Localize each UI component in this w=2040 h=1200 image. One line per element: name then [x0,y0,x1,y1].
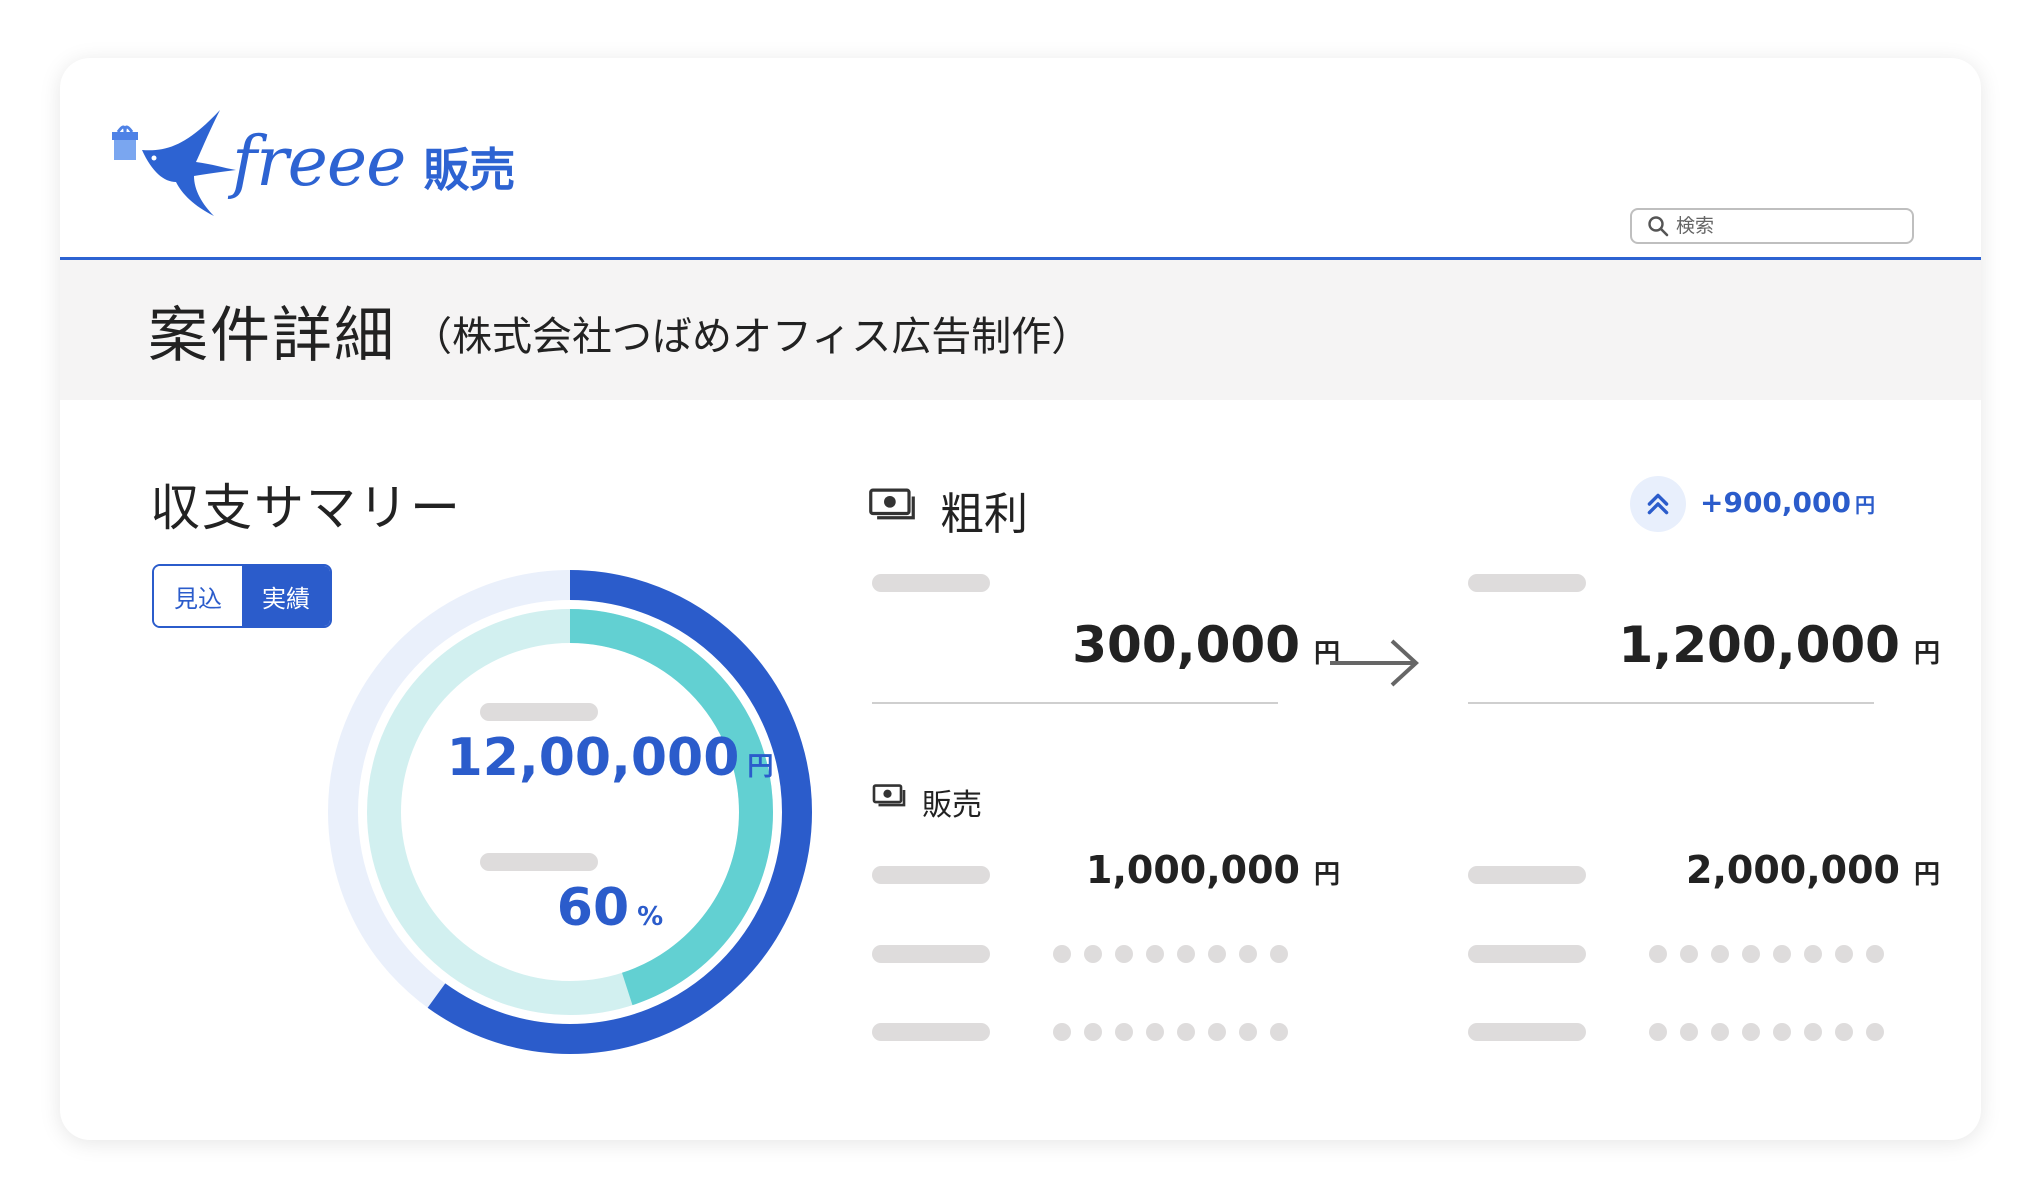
gross-profit-diff-value: +900,000 [1700,486,1851,519]
page-title: 案件詳細 [148,300,396,371]
divider-line [1468,702,1874,704]
gross-profit-diff-unit: 円 [1855,493,1875,517]
masked-value-dots [1649,1023,1884,1041]
logo-product-name: 販売 [423,143,516,197]
placeholder-bar [872,945,990,963]
placeholder-bar [1468,574,1586,592]
masked-value-dots [1053,945,1288,963]
placeholder-bar [872,574,990,592]
summary-total-value: 12,00,000 [446,728,740,788]
toggle-actual[interactable]: 実績 [242,566,330,626]
logo-wordmark: freee [232,122,406,202]
gross-profit-after-unit: 円 [1913,639,1940,669]
summary-ratio: 60% [320,878,900,938]
search-input[interactable] [1676,215,1896,237]
freee-logo[interactable]: freee 販売 [108,106,515,218]
app-header: freee 販売 [60,58,1981,260]
money-icon [872,784,906,807]
increase-badge [1630,476,1686,532]
placeholder-bar [1468,1023,1586,1041]
search-box[interactable] [1630,208,1914,244]
sales-before-unit: 円 [1313,860,1340,890]
sales-after-value: 2,000,000 [1686,848,1900,892]
sales-before: 1,000,000 円 [940,848,1340,892]
placeholder-bar [1468,945,1586,963]
magnifier-icon [1648,216,1669,237]
outer-ring-arc [328,570,812,1054]
swallow-gift-logo-icon [112,110,236,216]
gross-profit-before: 300,000 円 [940,616,1340,674]
sales-before-value: 1,000,000 [1086,848,1300,892]
toggle-forecast[interactable]: 見込 [154,566,242,626]
sales-label: 販売 [922,788,982,823]
gross-profit-after-value: 1,200,000 [1618,616,1900,674]
summary-total-amount: 12,00,000 円 [320,728,900,788]
placeholder-bar [480,703,598,721]
inner-ring-track [367,609,773,1015]
sales-after: 2,000,000 円 [1480,848,1940,892]
gross-profit-label: 粗利 [940,489,1028,540]
double-chevron-up-icon [1647,493,1669,515]
forecast-actual-toggle[interactable]: 見込 実績 [152,564,332,628]
gross-profit-diff: +900,000 円 [1700,486,1875,519]
placeholder-bar [872,1023,990,1041]
page-subtitle-client: （株式会社つばめオフィス広告制作） [412,314,1092,360]
gross-profit-before-value: 300,000 [1072,616,1300,674]
placeholder-bar [480,853,598,871]
summary-ratio-unit: % [637,902,664,932]
outer-ring-track [328,570,812,1054]
summary-total-unit: 円 [747,752,774,782]
masked-value-dots [1649,945,1884,963]
deal-detail-card: freee 販売 案件詳細 （株式会社つばめオフィス広告制作） 収支サマリー 見… [60,58,1981,1140]
arrow-right-icon [1330,639,1419,687]
sales-after-unit: 円 [1913,860,1940,890]
summary-title: 収支サマリー [150,479,462,537]
gross-profit-after: 1,200,000 円 [1480,616,1940,674]
summary-ratio-value: 60 [556,878,630,938]
money-icon [869,488,915,520]
divider-line [872,702,1278,704]
inner-ring-arc [367,609,773,1015]
masked-value-dots [1053,1023,1288,1041]
title-band: 案件詳細 （株式会社つばめオフィス広告制作） [60,260,1981,400]
